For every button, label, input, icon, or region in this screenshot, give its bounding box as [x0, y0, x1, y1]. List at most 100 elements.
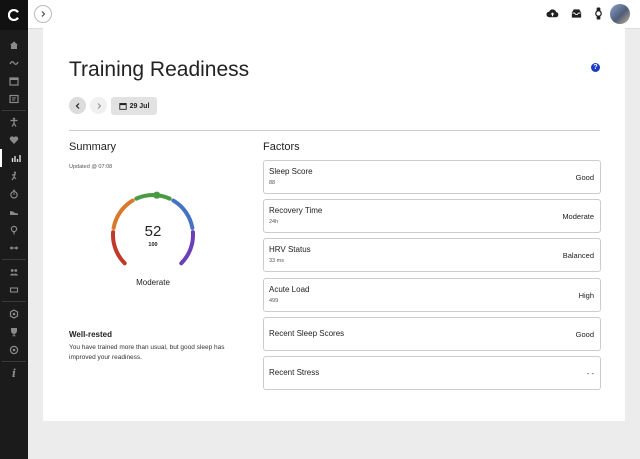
readiness-score: 52: [145, 223, 162, 240]
help-button[interactable]: ?: [591, 63, 600, 72]
training-person-icon: [10, 117, 18, 127]
sidebar-item-goals[interactable]: [0, 341, 28, 359]
watch-icon: [594, 6, 602, 20]
inbox-button[interactable]: [569, 6, 583, 20]
sidebar-item-health[interactable]: [0, 131, 28, 149]
sidebar-item-gear[interactable]: [0, 203, 28, 221]
cloud-upload-icon: [545, 8, 558, 17]
sidebar-item-records[interactable]: [0, 185, 28, 203]
readiness-gauge: 52 100: [111, 191, 195, 266]
sidebar-item-reports[interactable]: [0, 90, 28, 108]
runner-icon: [11, 171, 17, 181]
upload-button[interactable]: [545, 6, 559, 20]
factor-name: Recent Stress: [269, 368, 320, 377]
factor-name: Recent Sleep Scores: [269, 329, 345, 338]
factor-recent-sleep-scores[interactable]: Recent Sleep Scores Good: [263, 317, 601, 351]
home-icon: [10, 41, 18, 49]
sidebar-item-calendar[interactable]: [0, 72, 28, 90]
sidebar-item-challenges[interactable]: [0, 281, 28, 299]
trophy-icon: [11, 328, 17, 337]
garmin-connect-logo[interactable]: [0, 0, 28, 30]
factor-status: Good: [575, 330, 594, 339]
sidebar-divider: [2, 259, 26, 260]
sidebar-item-performance-stats[interactable]: [0, 149, 30, 167]
gauge-segment: [111, 230, 127, 266]
factor-status: Balanced: [562, 251, 594, 260]
gauge-segment: [111, 198, 135, 230]
sidebar-divider: [2, 361, 26, 362]
logo-ring-icon: [8, 9, 19, 21]
sidebar-item-groups[interactable]: [0, 263, 28, 281]
gauge-segment: [179, 230, 195, 266]
connections-icon: [9, 287, 19, 293]
factor-sleep-score[interactable]: Sleep Score 88 Good: [263, 160, 601, 194]
factor-status: Good: [575, 173, 594, 182]
sidebar-item-training[interactable]: [0, 113, 28, 131]
connections-icon: [10, 246, 18, 250]
factor-recent-stress[interactable]: Recent Stress - -: [263, 356, 601, 390]
updated-timestamp: Updated @ 07:08: [69, 164, 113, 170]
badges-icon: [9, 309, 19, 319]
summary-headline: Well-rested: [69, 330, 112, 339]
top-bar: [28, 0, 640, 29]
sidebar-item-badges[interactable]: [0, 305, 28, 323]
sidebar-item-insights[interactable]: [0, 221, 28, 239]
sidebar-item-personal-records[interactable]: [0, 323, 28, 341]
factor-recovery-time[interactable]: Recovery Time 24h Moderate: [263, 199, 601, 233]
factor-value: 499: [269, 298, 279, 304]
expand-sidebar-button[interactable]: [34, 5, 52, 23]
gauge-segment: [171, 198, 195, 230]
sidebar-item-home[interactable]: [0, 36, 28, 54]
factor-value: 33 ms: [269, 258, 284, 264]
chevron-right-icon: [97, 102, 101, 109]
heart-icon: [9, 136, 19, 144]
next-date-button[interactable]: [90, 97, 107, 114]
groups-icon: [9, 269, 19, 276]
factor-status: High: [578, 291, 594, 300]
activity-wave-icon: [9, 61, 19, 65]
calendar-icon: [9, 77, 19, 86]
factor-status: Moderate: [562, 212, 594, 221]
gauge-marker: [153, 191, 161, 199]
sidebar-item-help[interactable]: i: [0, 364, 28, 382]
sidebar-divider: [2, 301, 26, 302]
chart-bars-icon: [11, 155, 21, 162]
sidebar-item-activities[interactable]: [0, 54, 28, 72]
sidebar-item-running[interactable]: [0, 167, 28, 185]
info-icon: i: [11, 366, 17, 380]
factor-status: - -: [586, 369, 594, 378]
factor-name: Acute Load: [269, 285, 310, 294]
factor-name: Recovery Time: [269, 206, 323, 215]
factor-value: 88: [269, 180, 276, 186]
summary-description: You have trained more than usual, but go…: [69, 344, 225, 361]
avatar[interactable]: [610, 4, 630, 24]
date-label: 29 Jul: [129, 102, 150, 110]
chevron-right-icon: [41, 11, 46, 17]
factor-name: HRV Status: [269, 245, 311, 254]
device-button[interactable]: [591, 6, 605, 20]
date-picker-button[interactable]: 29 Jul: [111, 97, 157, 115]
factor-name: Sleep Score: [269, 167, 313, 176]
readiness-max: 100: [148, 242, 157, 248]
main-card: Training Readiness ? 29 Jul Summary Upda…: [43, 28, 625, 421]
stopwatch-icon: [10, 189, 18, 199]
question-icon: ?: [593, 64, 598, 71]
sidebar: i: [0, 0, 28, 459]
factor-acute-load[interactable]: Acute Load 499 High: [263, 278, 601, 312]
factor-hrv-status[interactable]: HRV Status 33 ms Balanced: [263, 238, 601, 272]
lightbulb-icon: [10, 225, 18, 235]
calendar-icon: [118, 103, 127, 110]
sidebar-item-connections[interactable]: [0, 239, 28, 257]
gauge-segment: [134, 193, 172, 201]
report-icon: [9, 94, 19, 104]
section-divider: [69, 130, 600, 131]
previous-date-button[interactable]: [69, 97, 86, 114]
sidebar-divider: [2, 110, 26, 111]
page-title: Training Readiness: [69, 58, 250, 81]
shoe-icon: [10, 211, 18, 215]
factor-value: 24h: [269, 219, 279, 225]
target-icon: [9, 345, 19, 355]
factors-heading: Factors: [263, 141, 300, 153]
inbox-icon: [571, 8, 581, 18]
summary-heading: Summary: [69, 141, 117, 153]
